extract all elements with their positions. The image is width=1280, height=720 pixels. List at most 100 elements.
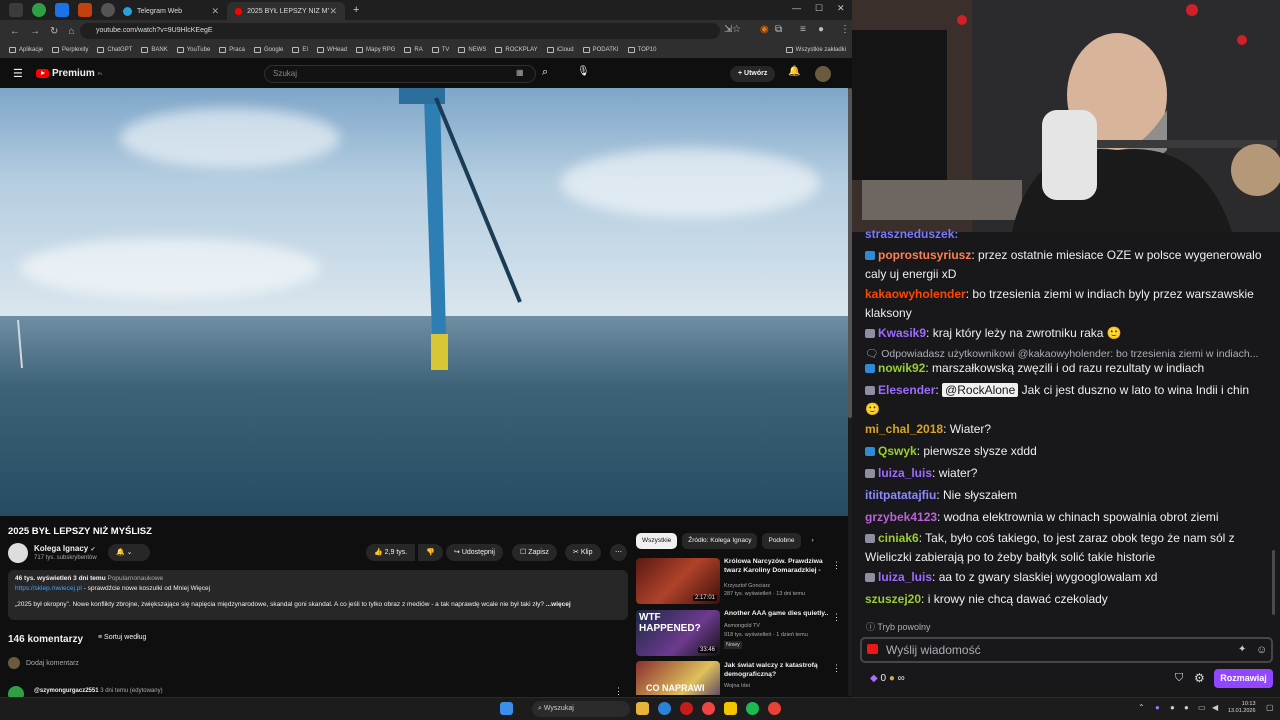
keyboard-icon[interactable]: ▦ bbox=[516, 68, 524, 77]
recommendation-item[interactable]: CO NAPRAWI Jak świat walczy z katastrofą… bbox=[636, 661, 846, 695]
windows-start-icon[interactable] bbox=[500, 702, 513, 715]
gear-icon[interactable]: ⚙ bbox=[1194, 671, 1205, 685]
chat-username[interactable]: Qswyk bbox=[878, 444, 917, 458]
notifications-icon[interactable]: ▢ bbox=[1266, 703, 1274, 712]
emoji-icon[interactable]: ☺ bbox=[1256, 639, 1267, 661]
chat-send-button[interactable]: Rozmawiaj bbox=[1214, 669, 1273, 688]
chip-similar[interactable]: Podobne bbox=[762, 533, 801, 549]
chip-all[interactable]: Wszystkie bbox=[636, 533, 678, 549]
channel-avatar[interactable] bbox=[8, 543, 28, 563]
spotify-icon[interactable] bbox=[746, 702, 759, 715]
bookmark-item[interactable]: RA bbox=[404, 47, 423, 53]
clock[interactable]: 10:13 13.01.2026 bbox=[1228, 701, 1256, 715]
bookmark-item[interactable]: WHead bbox=[317, 47, 347, 53]
opera-icon[interactable] bbox=[680, 702, 693, 715]
chevron-up-icon[interactable]: ⌃ bbox=[1138, 703, 1145, 712]
show-more-link[interactable]: ...więcej bbox=[546, 601, 571, 608]
new-tab-icon[interactable]: + bbox=[353, 4, 359, 16]
close-tab-icon[interactable]: ✕ bbox=[211, 6, 219, 17]
network-icon[interactable]: ▭ bbox=[1198, 703, 1206, 712]
chat-username[interactable]: grzybek4123 bbox=[865, 510, 937, 524]
shield-icon[interactable]: ⛉ bbox=[1175, 672, 1183, 685]
close-window-icon[interactable]: ✕ bbox=[837, 3, 845, 14]
notifications-bell-icon[interactable]: 🔔 bbox=[788, 66, 800, 77]
bookmark-item[interactable]: EI bbox=[292, 47, 308, 53]
more-options-icon[interactable]: ⋮ bbox=[832, 612, 841, 623]
bookmark-item[interactable]: iCloud bbox=[546, 47, 574, 53]
video-thumbnail[interactable]: 2:17:01 bbox=[636, 558, 720, 604]
extension-icon[interactable]: ◉ bbox=[760, 24, 769, 35]
tab-youtube[interactable]: 2025 BYŁ LEPSZY NIŻ MYŚLISZ ✕ bbox=[227, 2, 345, 20]
chip-source[interactable]: Źródło: Kolega Ignacy bbox=[682, 533, 758, 549]
hamburger-menu-icon[interactable]: ☰ bbox=[13, 67, 23, 80]
bookmark-item[interactable]: Aplikacje bbox=[9, 47, 43, 53]
recommendation-item[interactable]: 2:17:01 Królowa Narcyzów. Prawdziwa twar… bbox=[636, 558, 846, 606]
pinned-tab-icon[interactable] bbox=[78, 3, 92, 17]
video-player[interactable] bbox=[0, 88, 848, 516]
reload-icon[interactable]: ↻ bbox=[50, 26, 58, 37]
chat-message-input[interactable]: Wyślij wiadomość ✦ ☺ bbox=[860, 637, 1273, 663]
back-icon[interactable]: ← bbox=[10, 26, 20, 37]
bookmark-item[interactable]: Google bbox=[253, 47, 283, 53]
clip-button[interactable]: ✂ Klip bbox=[565, 544, 601, 561]
tray-icon[interactable]: ● bbox=[1184, 703, 1189, 712]
file-explorer-icon[interactable] bbox=[636, 702, 649, 715]
chat-username[interactable]: itiitpatatajfiu bbox=[865, 488, 936, 502]
extension-icon[interactable] bbox=[32, 3, 46, 17]
sidebar-icon[interactable]: ≡ bbox=[800, 24, 806, 35]
more-options-icon[interactable]: ⋮ bbox=[832, 560, 841, 571]
edge-icon[interactable] bbox=[658, 702, 671, 715]
bookmark-item[interactable]: ROCKPLAY bbox=[495, 47, 538, 53]
channel-points[interactable]: ◆ 0 ● ∞ bbox=[870, 673, 905, 684]
bookmark-item[interactable]: ChatGPT bbox=[97, 47, 132, 53]
search-icon[interactable]: ⌕ bbox=[542, 66, 548, 79]
volume-icon[interactable]: ◀ bbox=[1212, 703, 1218, 712]
magic-icon[interactable]: ✦ bbox=[1238, 639, 1246, 661]
chat-username[interactable]: luiza_luis bbox=[878, 570, 932, 584]
bookmark-item[interactable]: TOP10 bbox=[627, 47, 656, 53]
recommendation-item[interactable]: WTF HAPPENED? 33:46 Another AAA game die… bbox=[636, 610, 846, 658]
chat-username[interactable]: Elesender bbox=[878, 383, 935, 397]
taskbar-search[interactable]: ⌕ Wyszukaj bbox=[532, 701, 630, 717]
all-bookmarks[interactable]: Wszystkie zakładki bbox=[785, 47, 846, 53]
tab-list-icon[interactable] bbox=[9, 3, 23, 17]
channel-name[interactable]: Kolega Ignacy ✔ bbox=[34, 544, 96, 553]
more-actions-button[interactable]: ⋯ bbox=[610, 544, 627, 561]
microphone-icon[interactable]: 🎙 bbox=[577, 66, 590, 77]
forward-icon[interactable]: → bbox=[30, 26, 40, 37]
dislike-button[interactable]: 👎 bbox=[418, 544, 443, 561]
chrome-icon[interactable] bbox=[702, 702, 715, 715]
bookmark-item[interactable]: NEWS bbox=[458, 47, 486, 53]
description-link[interactable]: https://sklep.mwiecej.pl bbox=[15, 585, 82, 592]
subscription-bell-button[interactable]: 🔔 ⌄ bbox=[108, 544, 150, 561]
chat-username[interactable]: kakaowyholender bbox=[865, 287, 966, 301]
maximize-icon[interactable]: ☐ bbox=[815, 3, 823, 14]
bookmark-item[interactable]: TV bbox=[431, 47, 449, 53]
chat-username[interactable]: nowik92 bbox=[878, 361, 925, 375]
chevron-right-icon[interactable]: › bbox=[806, 533, 820, 549]
youtube-logo[interactable]: Premium PL bbox=[36, 68, 103, 79]
pinned-tab-icon[interactable] bbox=[55, 3, 69, 17]
extensions-puzzle-icon[interactable]: ⧉ bbox=[775, 24, 782, 35]
create-button[interactable]: + Utwórz bbox=[730, 66, 776, 82]
tab-telegram[interactable]: Telegram Web ✕ bbox=[115, 2, 227, 20]
avatar[interactable] bbox=[815, 66, 831, 82]
chat-username[interactable]: luiza_luis bbox=[878, 466, 932, 480]
add-comment-input[interactable]: Dodaj komentarz bbox=[26, 660, 79, 667]
chat-username[interactable]: ciniak6 bbox=[878, 531, 919, 545]
home-icon[interactable]: ⌂ bbox=[68, 26, 74, 37]
chat-username[interactable]: poprostusyriusz bbox=[878, 248, 971, 262]
menu-kebab-icon[interactable]: ⋮ bbox=[840, 24, 850, 35]
tray-icon[interactable]: ● bbox=[1170, 703, 1175, 712]
bookmark-item[interactable]: YouTube bbox=[176, 47, 210, 53]
save-button[interactable]: ☐ Zapisz bbox=[512, 544, 557, 561]
bookmark-item[interactable]: Perplexity bbox=[52, 47, 88, 53]
like-button[interactable]: 👍 2,9 tys. bbox=[366, 544, 416, 561]
bookmark-item[interactable]: Mapy RPG bbox=[356, 47, 395, 53]
notes-icon[interactable] bbox=[724, 702, 737, 715]
bookmark-item[interactable]: PODATKI bbox=[582, 47, 619, 53]
close-tab-icon[interactable]: ✕ bbox=[329, 6, 337, 17]
video-description[interactable]: 46 tys. wyświetleń 3 dni temu Popularnon… bbox=[8, 570, 628, 620]
comment-menu-icon[interactable]: ⋮ bbox=[614, 686, 623, 697]
pinned-tab-icon[interactable] bbox=[101, 3, 115, 17]
